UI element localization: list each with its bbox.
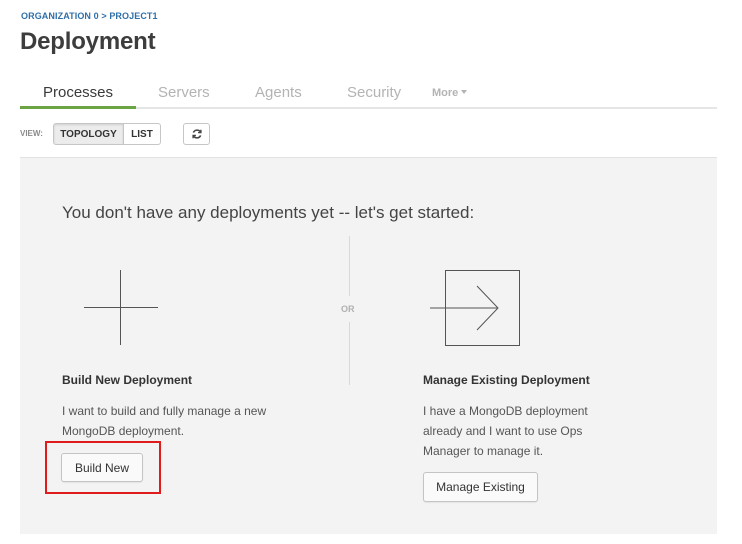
build-new-desc-line: I want to build and fully manage a new: [62, 404, 267, 418]
empty-state-headline: You don't have any deployments yet -- le…: [62, 203, 475, 222]
breadcrumb: ORGANIZATION 0 > PROJECT1: [21, 11, 158, 21]
view-topology-button[interactable]: TOPOLOGY: [53, 123, 124, 145]
build-new-description: I want to build and fully manage a new M…: [62, 401, 266, 441]
plus-icon: [120, 270, 121, 345]
refresh-button[interactable]: [183, 123, 210, 145]
or-label: OR: [341, 304, 355, 314]
view-label: VIEW:: [20, 129, 43, 138]
divider-line: [349, 322, 350, 385]
active-tab-indicator: [20, 106, 136, 109]
plus-icon: [84, 307, 158, 308]
tab-more-label: More: [432, 87, 459, 99]
view-list-button[interactable]: LIST: [123, 123, 161, 145]
manage-existing-desc-line: Manager to manage it.: [423, 444, 544, 458]
highlight-box: [45, 441, 161, 494]
tab-agents[interactable]: Agents: [255, 84, 302, 101]
breadcrumb-separator: >: [101, 11, 107, 21]
manage-existing-title: Manage Existing Deployment: [423, 373, 590, 387]
build-new-title: Build New Deployment: [62, 373, 193, 387]
import-arrow-icon: [430, 270, 520, 346]
breadcrumb-org-link[interactable]: ORGANIZATION 0: [21, 11, 99, 21]
refresh-icon: [191, 129, 202, 139]
tab-more[interactable]: More: [432, 87, 468, 99]
caret-down-icon: [461, 90, 468, 95]
manage-existing-button[interactable]: Manage Existing: [423, 472, 538, 502]
tab-security[interactable]: Security: [347, 84, 401, 101]
manage-existing-desc-line: I have a MongoDB deployment: [423, 404, 588, 418]
build-new-desc-line: MongoDB deployment.: [62, 424, 185, 438]
breadcrumb-project-link[interactable]: PROJECT1: [109, 11, 157, 21]
tab-servers[interactable]: Servers: [158, 84, 210, 101]
divider-line: [349, 236, 350, 296]
tab-processes[interactable]: Processes: [43, 84, 113, 101]
manage-existing-desc-line: already and I want to use Ops: [423, 424, 583, 438]
manage-existing-description: I have a MongoDB deployment already and …: [423, 401, 588, 461]
page-title: Deployment: [20, 28, 156, 55]
